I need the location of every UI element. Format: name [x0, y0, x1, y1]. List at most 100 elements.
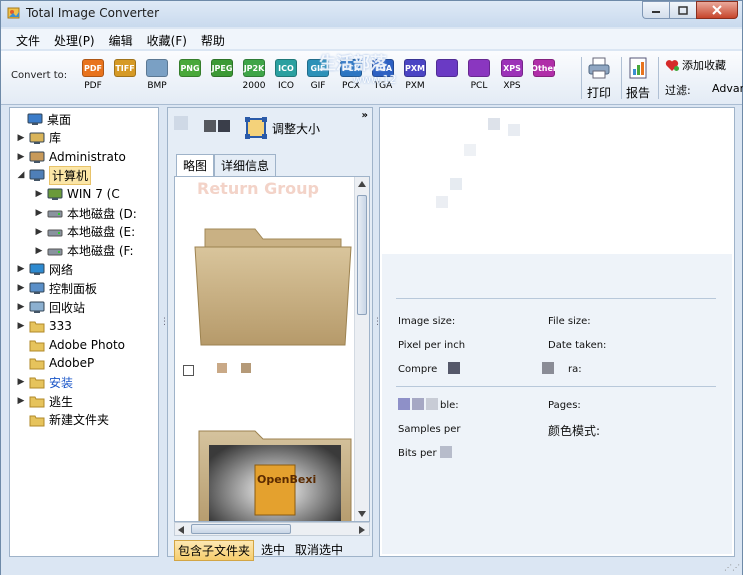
format-button[interactable]: TIFF [110, 59, 140, 81]
expand-icon[interactable]: ▶ [16, 283, 26, 293]
window-controls [642, 1, 738, 19]
tree-item[interactable]: ▶ 库 [16, 129, 61, 147]
folder-thumbnail[interactable] [191, 221, 355, 349]
title-bar[interactable]: Total Image Converter [1, 1, 742, 27]
expand-icon[interactable]: ▶ [16, 321, 26, 331]
tree-item[interactable]: 桌面 [14, 110, 71, 128]
obscured-pixel [217, 363, 227, 373]
format-button[interactable]: BMP [142, 59, 172, 91]
tree-item[interactable]: ▶ 网络 [16, 260, 73, 278]
format-button[interactable]: XPS XPS [497, 59, 527, 91]
format-label: BMP [147, 81, 167, 91]
computer-icon [29, 169, 45, 182]
obscured-icon [174, 116, 188, 130]
expand-icon[interactable]: ▶ [16, 264, 26, 274]
select-button[interactable]: 选中 [258, 540, 288, 561]
printer-icon [588, 57, 610, 79]
tree-item-label: 计算机 [49, 165, 92, 185]
print-button[interactable]: 打印 [587, 57, 611, 101]
format-button[interactable]: PCL [464, 59, 494, 91]
obscured-pixel [398, 398, 410, 410]
tree-item[interactable]: ▶ 本地磁盘 (F: [34, 242, 134, 260]
tree-item[interactable]: ◢ 计算机 [16, 165, 92, 185]
minimize-button[interactable] [642, 1, 669, 19]
tab-details[interactable]: 详细信息 [214, 154, 277, 176]
format-label: PXM [405, 81, 425, 91]
format-button[interactable]: Other [529, 59, 559, 81]
compression-label: Compre [398, 364, 438, 375]
expand-icon[interactable]: ◢ [16, 170, 26, 180]
format-button[interactable] [432, 59, 462, 81]
menu-file[interactable]: 文件 [9, 29, 47, 49]
format-button[interactable]: PNG [175, 59, 205, 81]
expand-icon[interactable]: ▶ [16, 133, 26, 143]
menu-help[interactable]: 帮助 [194, 29, 232, 49]
expand-icon[interactable]: ▶ [16, 396, 26, 406]
maximize-button[interactable] [669, 1, 696, 19]
expand-icon[interactable]: ▶ [34, 246, 44, 256]
windows-drive-icon [47, 188, 63, 201]
left-splitter[interactable] [160, 107, 166, 557]
menu-favorites[interactable]: 收藏(F) [140, 29, 194, 49]
tree-item[interactable]: Adobe Photo [16, 336, 125, 354]
expand-icon[interactable]: ▶ [34, 189, 44, 199]
report-button[interactable]: 报告 [626, 57, 650, 101]
tree-item[interactable]: ▶ 安装 [16, 373, 73, 391]
tree-item-label: 桌面 [47, 112, 72, 127]
bits-label: Bits per [398, 448, 437, 459]
menu-bar: 文件 处理(P) 编辑 收藏(F) 帮助 [1, 29, 742, 49]
thumbnail-checkbox[interactable] [183, 365, 194, 376]
expand-icon[interactable]: ▶ [34, 208, 44, 218]
folder-icon [29, 358, 45, 370]
expand-icon[interactable]: ▶ [16, 152, 26, 162]
horizontal-scroll-thumb[interactable] [191, 524, 291, 534]
resize-grip-icon[interactable]: ⋰⋰ [724, 563, 740, 572]
tree-item[interactable]: ▶ 333 [16, 317, 72, 335]
filter-label: 过滤: [665, 84, 691, 97]
tree-item[interactable]: ▶ 控制面板 [16, 279, 97, 297]
thumbnail-list: Return Group OpenBexi [174, 176, 370, 522]
include-subfolders-toggle[interactable]: 包含子文件夹 [174, 540, 255, 561]
deselect-button[interactable]: 取消选中 [292, 540, 346, 561]
tree-item[interactable]: ▶ WIN 7 (C [34, 185, 120, 203]
format-label: PDF [84, 81, 102, 91]
tree-item[interactable]: ▶ 回收站 [16, 298, 85, 316]
thumbnail-vertical-scrollbar[interactable] [354, 177, 369, 521]
tree-item[interactable]: AdobeP [16, 354, 94, 372]
add-favorite-button[interactable]: 添加收藏 [665, 57, 726, 73]
menu-process[interactable]: 处理(P) [47, 29, 102, 49]
folder-icon [29, 377, 45, 389]
tree-item[interactable]: 新建文件夹 [16, 411, 109, 429]
tree-item[interactable]: ▶ 逃生 [16, 392, 73, 410]
obscured-pixel [241, 363, 251, 373]
table-label: ble: [440, 400, 459, 411]
watermark-url: www.12 [353, 73, 397, 86]
vertical-scroll-thumb[interactable] [357, 195, 367, 315]
format-button[interactable]: ICO ICO [271, 59, 301, 91]
tree-item[interactable]: ▶ 本地磁盘 (D: [34, 204, 137, 222]
tab-thumbnails[interactable]: 略图 [176, 154, 215, 176]
format-button[interactable]: PXM PXM [400, 59, 430, 91]
tree-item[interactable]: ▶ Administrato [16, 148, 126, 166]
expand-icon[interactable]: ▶ [16, 377, 26, 387]
toolbar-overflow-button[interactable]: » [362, 110, 368, 121]
obscured-pixel [426, 398, 438, 410]
minimize-icon [652, 11, 660, 13]
format-button[interactable]: PDF PDF [78, 59, 108, 91]
tree-item-label: Administrato [49, 149, 126, 164]
filter-dropdown[interactable]: Advan [712, 82, 743, 95]
format-button[interactable]: JPEG [207, 59, 237, 81]
expand-icon[interactable]: ▶ [16, 302, 26, 312]
menu-edit[interactable]: 编辑 [102, 29, 140, 49]
close-button[interactable] [696, 1, 738, 19]
expand-icon[interactable]: ▶ [34, 227, 44, 237]
pages-label: Pages: [548, 400, 581, 411]
tree-item[interactable]: ▶ 本地磁盘 (E: [34, 223, 136, 241]
thumbnail-pane: 调整大小 » 略图 详细信息 Return Group OpenBexi 包含子… [167, 107, 373, 561]
selection-buttons: 包含子文件夹 选中 取消选中 [174, 540, 346, 561]
obscured-pixel [542, 362, 554, 374]
thumbnail-horizontal-scrollbar[interactable] [174, 522, 370, 536]
resize-button[interactable]: 调整大小 [244, 116, 320, 140]
toolbar-separator [658, 57, 659, 99]
format-button[interactable]: JP2K 2000 [239, 59, 269, 91]
